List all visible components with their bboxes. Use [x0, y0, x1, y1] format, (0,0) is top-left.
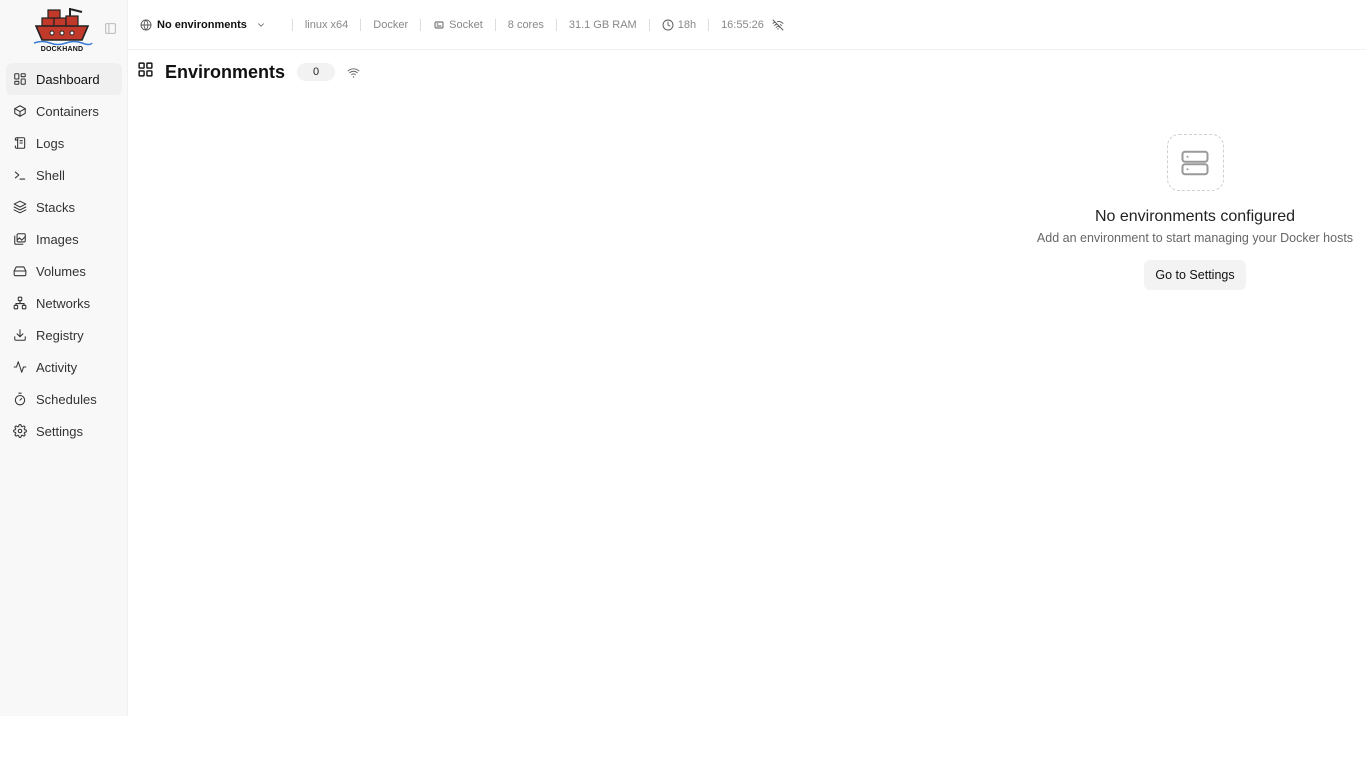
uptime-info: 18h	[662, 19, 696, 31]
cores-info: 8 cores	[507, 18, 544, 31]
sidebar-item-label: Activity	[36, 359, 78, 375]
ram-info: 31.1 GB RAM	[568, 18, 637, 31]
network-icon	[12, 295, 28, 311]
app-logo[interactable]: DOCKHAND	[30, 6, 94, 56]
sidebar-item-logs[interactable]: Logs	[6, 127, 122, 159]
sidebar-item-label: Containers	[36, 103, 99, 119]
sidebar-item-containers[interactable]: Containers	[6, 95, 122, 127]
sidebar-item-label: Logs	[36, 135, 65, 151]
hard-drive-icon	[12, 263, 28, 279]
sidebar-item-label: Settings	[36, 423, 83, 439]
wifi-off-icon	[772, 19, 784, 30]
connection-label: Socket	[449, 18, 483, 31]
activity-icon	[12, 359, 28, 375]
sidebar-item-label: Images	[36, 231, 79, 247]
wifi-icon	[347, 66, 360, 79]
go-to-settings-button[interactable]: Go to Settings	[1144, 260, 1246, 290]
sidebar-toggle-button[interactable]	[102, 20, 118, 36]
divider	[708, 18, 710, 31]
dashboard-icon	[12, 71, 28, 87]
environment-select[interactable]: No environments	[140, 19, 280, 31]
empty-state-title: No environments configured	[1094, 208, 1296, 225]
os-info: linux x64	[304, 18, 349, 31]
top-bar: No environments linux x64 Docker Socket …	[128, 0, 1366, 50]
grid-icon	[137, 61, 154, 83]
sidebar-item-label: Stacks	[36, 199, 76, 215]
clock-time: 16:55:26	[721, 18, 764, 31]
plug-icon	[434, 21, 444, 28]
divider	[360, 18, 362, 31]
sidebar-item-label: Networks	[36, 295, 91, 311]
sidebar-item-networks[interactable]: Networks	[6, 287, 122, 319]
scroll-icon	[12, 135, 28, 151]
images-icon	[12, 231, 28, 247]
sidebar-item-label: Shell	[36, 167, 65, 183]
divider	[291, 18, 293, 31]
sidebar-nav: Dashboard Containers Logs Shell Stacks I…	[6, 63, 122, 447]
sidebar-item-activity[interactable]: Activity	[6, 351, 122, 383]
divider	[420, 18, 422, 31]
divider	[555, 18, 557, 31]
empty-state: No environments configured Add an enviro…	[1030, 134, 1360, 290]
panel-left-icon	[104, 22, 116, 34]
uptime-label: 18h	[677, 18, 697, 31]
sidebar: DOCKHAND Dashboard Containers Logs Shell…	[0, 0, 128, 716]
app-window: DOCKHAND Dashboard Containers Logs Shell…	[0, 0, 1366, 768]
connection-info: Socket	[433, 19, 483, 31]
empty-state-subtitle: Add an environment to start managing you…	[1036, 231, 1354, 245]
gear-icon	[12, 423, 28, 439]
wifi-off-button[interactable]	[772, 19, 784, 31]
sidebar-item-label: Registry	[36, 327, 84, 343]
layers-icon	[12, 199, 28, 215]
divider	[494, 18, 496, 31]
sidebar-item-images[interactable]: Images	[6, 223, 122, 255]
download-icon	[12, 327, 28, 343]
logo-text: DOCKHAND	[40, 46, 84, 53]
engine-info: Docker	[373, 18, 409, 31]
chevron-down-icon	[257, 22, 264, 27]
ship-logo-icon	[33, 8, 93, 46]
sidebar-item-shell[interactable]: Shell	[6, 159, 122, 191]
sidebar-item-label: Schedules	[36, 391, 97, 407]
timer-icon	[12, 391, 28, 407]
terminal-icon	[12, 167, 28, 183]
sidebar-item-schedules[interactable]: Schedules	[6, 383, 122, 415]
sidebar-item-volumes[interactable]: Volumes	[6, 255, 122, 287]
sidebar-item-label: Dashboard	[36, 71, 100, 87]
page-title: Environments	[165, 61, 286, 82]
sidebar-item-registry[interactable]: Registry	[6, 319, 122, 351]
sidebar-item-label: Volumes	[36, 263, 86, 279]
sidebar-item-settings[interactable]: Settings	[6, 415, 122, 447]
sidebar-item-stacks[interactable]: Stacks	[6, 191, 122, 223]
environment-select-value: No environments	[157, 18, 247, 31]
divider	[648, 18, 650, 31]
clock-icon	[662, 19, 674, 30]
globe-icon	[140, 19, 152, 30]
box-icon	[12, 103, 28, 119]
environment-count-badge: 0	[297, 63, 336, 81]
server-icon	[1166, 134, 1224, 191]
sidebar-item-dashboard[interactable]: Dashboard	[6, 63, 122, 95]
page-header: Environments 0	[137, 60, 360, 84]
